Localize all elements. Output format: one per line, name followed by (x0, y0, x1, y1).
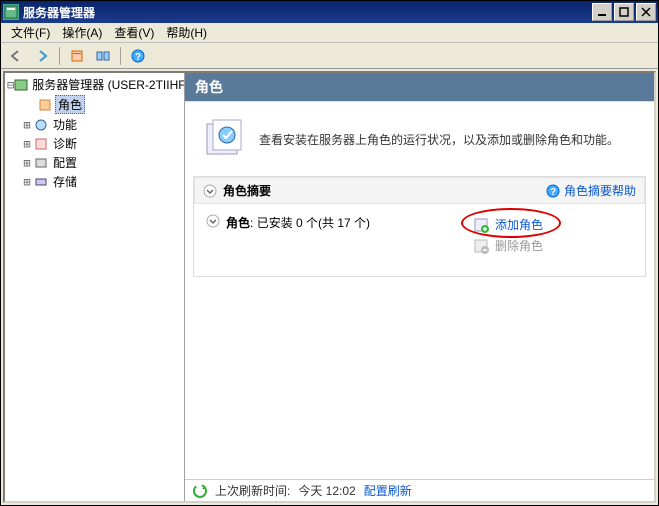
window-title: 服务器管理器 (23, 4, 592, 21)
statusbar: 上次刷新时间: 今天 12:02 配置刷新 (185, 479, 654, 501)
configure-refresh-link[interactable]: 配置刷新 (364, 482, 412, 499)
add-role-action[interactable]: 添加角色 (473, 214, 633, 235)
minimize-button[interactable] (592, 3, 612, 21)
menubar: 文件(F) 操作(A) 查看(V) 帮助(H) (1, 23, 658, 43)
maximize-button[interactable] (614, 3, 634, 21)
nav-forward-button[interactable] (31, 45, 53, 67)
main-pane: 角色 查看安装在服务器上角色的运行状况，以及添加或删除角色和功能。 角色摘要 (185, 73, 654, 501)
tree-item-storage[interactable]: ⊞ 存储 (5, 172, 184, 191)
tree-label-features: 功能 (51, 116, 79, 133)
close-button[interactable] (636, 3, 656, 21)
nav-back-button[interactable] (5, 45, 27, 67)
remove-role-link: 删除角色 (495, 237, 543, 254)
storage-icon (33, 174, 49, 190)
remove-role-action: 删除角色 (473, 235, 633, 256)
menu-view[interactable]: 查看(V) (108, 22, 160, 43)
remove-icon (473, 238, 489, 254)
add-role-link[interactable]: 添加角色 (495, 216, 543, 233)
status-label: 上次刷新时间: (215, 482, 290, 499)
app-icon (3, 4, 19, 20)
collapse-icon[interactable] (206, 214, 220, 228)
toolbar: ? (1, 43, 658, 69)
tree-item-features[interactable]: ⊞ 功能 (5, 115, 184, 134)
expand-icon[interactable]: ⊞ (21, 137, 33, 151)
expand-icon[interactable]: ⊟ (7, 78, 14, 92)
section-title: 角色摘要 (223, 182, 271, 199)
tree-item-roles[interactable]: 角色 (5, 94, 184, 115)
section-help-link[interactable]: 角色摘要帮助 (564, 182, 636, 199)
diagnostics-icon (33, 136, 49, 152)
roles-summary-section: 角色摘要 ? 角色摘要帮助 角色: (193, 176, 646, 277)
main-header: 角色 (185, 73, 654, 101)
add-icon (473, 217, 489, 233)
status-time: 今天 12:02 (298, 482, 355, 499)
roles-label: 角色 (226, 216, 250, 230)
server-icon (14, 77, 28, 93)
tree-label-config: 配置 (51, 154, 79, 171)
expand-icon[interactable]: ⊞ (21, 156, 33, 170)
tree-label-diagnostics: 诊断 (51, 135, 79, 152)
tree-label-roles: 角色 (55, 95, 85, 114)
menu-file[interactable]: 文件(F) (5, 22, 56, 43)
expand-icon[interactable]: ⊞ (21, 175, 33, 189)
roles-status: 已安装 0 个(共 17 个) (257, 216, 370, 230)
roles-icon (37, 97, 53, 113)
toolbar-refresh-button[interactable] (92, 45, 114, 67)
expand-icon[interactable]: ⊞ (21, 118, 33, 132)
help-icon: ? (546, 184, 560, 198)
tree-root[interactable]: ⊟ 服务器管理器 (USER-2TIIHF (5, 75, 184, 94)
tree-root-label: 服务器管理器 (USER-2TIIHF (30, 76, 185, 93)
config-icon (33, 155, 49, 171)
menu-help[interactable]: 帮助(H) (160, 22, 213, 43)
svg-text:?: ? (550, 187, 556, 198)
tree-item-config[interactable]: ⊞ 配置 (5, 153, 184, 172)
tree-label-storage: 存储 (51, 173, 79, 190)
tree-item-diagnostics[interactable]: ⊞ 诊断 (5, 134, 184, 153)
svg-text:?: ? (135, 52, 141, 63)
roles-large-icon (203, 118, 245, 160)
toolbar-properties-button[interactable] (66, 45, 88, 67)
toolbar-help-button[interactable]: ? (127, 45, 149, 67)
intro-text: 查看安装在服务器上角色的运行状况，以及添加或删除角色和功能。 (259, 131, 619, 148)
tree-pane: ⊟ 服务器管理器 (USER-2TIIHF 角色 ⊞ 功能 ⊞ 诊断 ⊞ (5, 73, 185, 501)
titlebar: 服务器管理器 (1, 1, 658, 23)
features-icon (33, 117, 49, 133)
collapse-icon[interactable] (203, 184, 217, 198)
menu-action[interactable]: 操作(A) (56, 22, 108, 43)
refresh-status-icon (193, 484, 207, 498)
